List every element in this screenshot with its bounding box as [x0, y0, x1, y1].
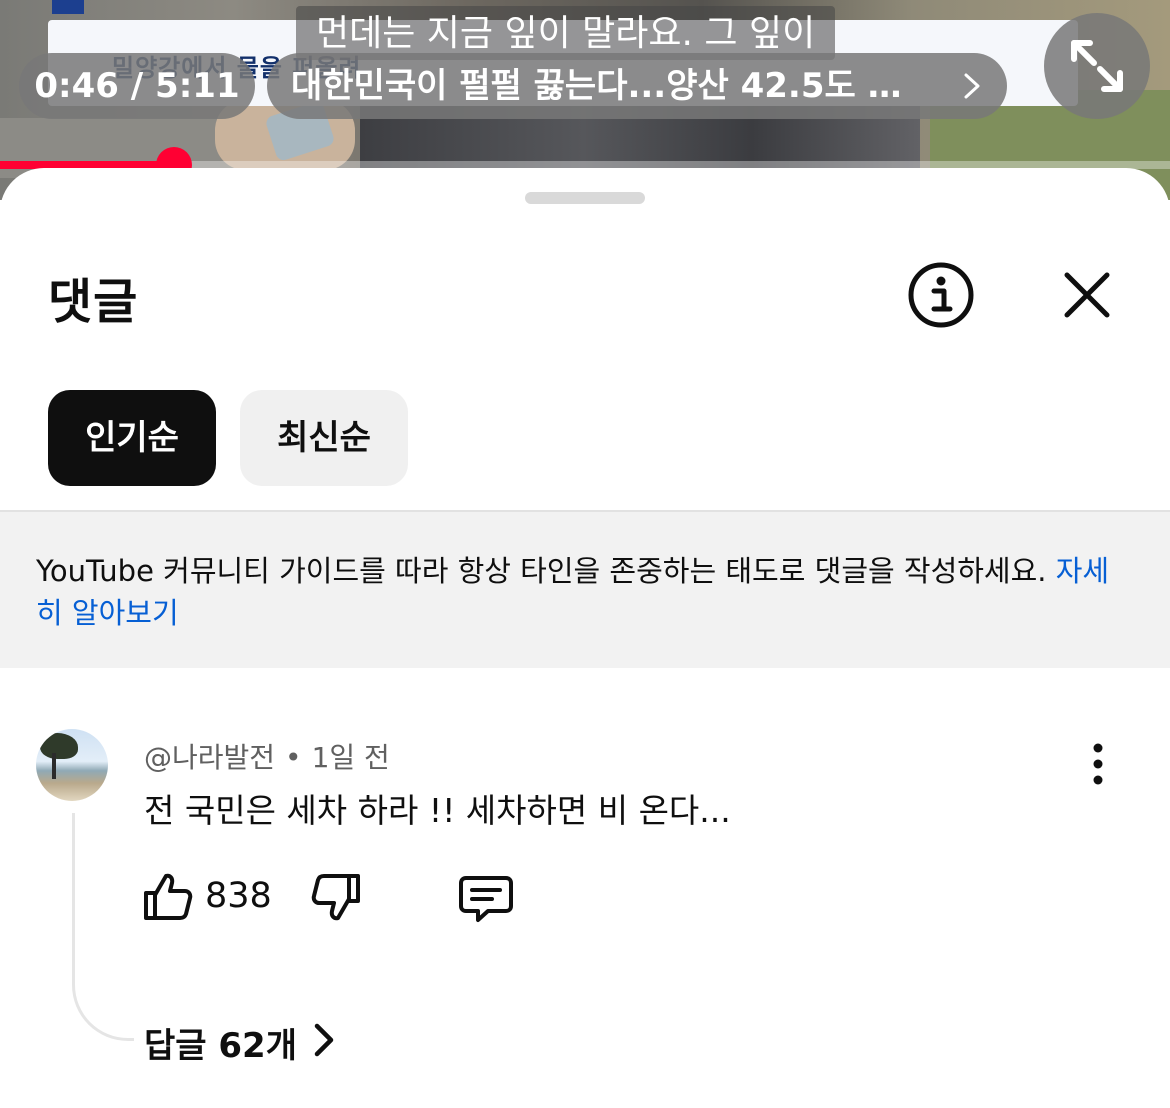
video-title-text: 대한민국이 펄펄 끓는다...양산 42.5도 역... [291, 66, 931, 106]
community-guidelines-notice: YouTube 커뮤니티 가이드를 따라 항상 타인을 존중하는 태도로 댓글을… [0, 510, 1170, 668]
video-title-chip[interactable]: 대한민국이 펄펄 끓는다...양산 42.5도 역... [267, 53, 1007, 119]
comment-bubble-icon [459, 876, 513, 922]
avatar-tree [40, 733, 78, 759]
sort-chip-newest[interactable]: 최신순 [240, 390, 408, 486]
more-vertical-icon [1093, 743, 1103, 785]
meta-separator: • [285, 741, 302, 774]
avatar[interactable] [36, 729, 108, 801]
comment-time: 1일 전 [311, 741, 390, 774]
close-button[interactable] [1052, 260, 1122, 330]
comment-text: 전 국민은 세차 하라 !! 세차하면 비 온다... [144, 791, 731, 830]
like-count: 838 [205, 876, 272, 916]
reply-button[interactable] [456, 868, 516, 928]
dislike-button[interactable] [308, 870, 364, 926]
chevron-right-icon[interactable] [306, 1020, 342, 1060]
chevron-right-icon [961, 53, 983, 119]
comment-author[interactable]: @나라발전 [144, 741, 275, 774]
sort-chip-top[interactable]: 인기순 [48, 390, 216, 486]
thumbs-up-icon [144, 873, 193, 920]
fullscreen-button[interactable] [1044, 13, 1150, 119]
comment-meta: @나라발전 • 1일 전 [144, 736, 390, 776]
news-tag [52, 0, 84, 14]
info-icon [908, 262, 974, 328]
video-subtitle: 먼데는 지금 잎이 말라요. 그 잎이 [296, 6, 836, 60]
info-button[interactable] [906, 260, 976, 330]
comments-title: 댓글 [48, 274, 139, 330]
close-icon [1064, 272, 1110, 318]
replies-toggle[interactable]: 답글 62개 [144, 1018, 297, 1067]
drag-handle[interactable] [525, 192, 645, 204]
comments-sheet: 댓글 인기순 최신순 YouTube 커뮤니티 가이드를 따라 항상 타인을 존… [0, 168, 1170, 1108]
like-button[interactable] [140, 868, 196, 924]
comment-more-button[interactable] [1076, 742, 1120, 786]
expand-arrows-icon [1071, 40, 1123, 92]
guidelines-text: YouTube 커뮤니티 가이드를 따라 항상 타인을 존중하는 태도로 댓글을… [36, 554, 1047, 588]
time-display: 0:46 / 5:11 [19, 53, 255, 119]
reply-thread-line [72, 813, 134, 1041]
avatar-trunk [52, 753, 56, 779]
thumbs-down-icon [311, 874, 360, 921]
